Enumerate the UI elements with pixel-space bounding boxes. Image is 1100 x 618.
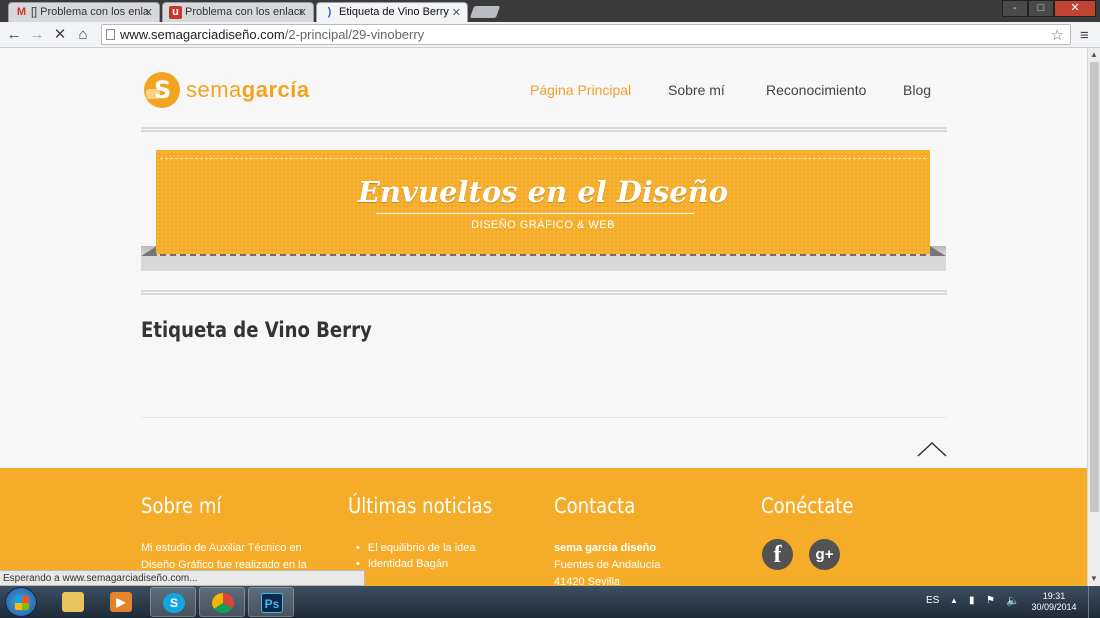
banner-title: Envueltos en el Diseño — [357, 175, 729, 209]
site-logo[interactable]: semagarcía — [144, 70, 310, 110]
volume-icon[interactable]: 🔈 — [1006, 594, 1020, 607]
logo-wordmark: semagarcía — [186, 77, 310, 102]
page-scrollbar[interactable]: ▲ ▼ — [1087, 48, 1100, 586]
chrome-icon — [212, 593, 234, 613]
windows-logo-icon — [15, 596, 29, 610]
taskbar-photoshop[interactable]: Ps — [248, 587, 294, 617]
flag-action-center-icon[interactable]: ⚑ — [986, 595, 995, 606]
taskbar-chrome[interactable] — [199, 587, 245, 617]
window-controls: - □ ✕ — [1002, 0, 1096, 18]
scroll-down-icon[interactable]: ▼ — [1090, 574, 1098, 583]
tab-gmail[interactable]: M [] Problema con los enlac ✕ — [8, 2, 160, 22]
scroll-thumb[interactable] — [1090, 62, 1099, 512]
media-player-icon: ▶ — [110, 592, 132, 612]
battery-icon[interactable]: ▮ — [969, 595, 975, 606]
header-divider — [141, 127, 947, 132]
news-link[interactable]: El equilibrio de la idea — [356, 540, 476, 556]
forward-arrow-icon[interactable]: → — [28, 26, 46, 44]
news-link[interactable]: Identidad Bagán — [356, 556, 476, 572]
show-desktop-button[interactable] — [1088, 586, 1100, 618]
footer-contact-text: sema garcia diseño Fuentes de Andalucía … — [554, 542, 661, 586]
loading-status-bar: Esperando a www.semagarciadiseño.com... — [0, 570, 365, 586]
url-path: /2-principal/29-vinoberry — [284, 27, 425, 42]
tab-label: Problema con los enlaces — [185, 6, 303, 18]
page-title: Etiqueta de Vino Berry — [141, 318, 372, 342]
footer-about-text: Mi estudio de Auxiliar Técnico en Diseño… — [141, 542, 307, 571]
tray-expand-icon[interactable]: ▲ — [950, 596, 958, 605]
banner-subtitle: DISEÑO GRÁFICO & WEB — [471, 219, 615, 231]
browser-toolbar: ← → ✕ ⌂ www.semagarciadiseño.com/2-princ… — [0, 22, 1100, 48]
page-viewport: semagarcía Página Principal Sobre mí Rec… — [0, 48, 1087, 586]
url-host: www.semagarciadiseño.com — [120, 27, 285, 42]
taskbar-skype[interactable]: S — [150, 587, 196, 617]
footer-social-title: Conéctate — [761, 494, 854, 518]
minimize-button[interactable]: - — [1002, 0, 1028, 17]
footer-news-title: Últimas noticias — [348, 494, 493, 518]
footer-contact-title: Contacta — [554, 494, 636, 518]
site-favicon-icon: u — [169, 6, 182, 19]
tab-close-icon[interactable]: ✕ — [144, 6, 153, 19]
tab-active[interactable]: ) Etiqueta de Vino Berry ✕ — [316, 2, 468, 22]
stop-loading-icon[interactable]: ✕ — [51, 26, 69, 44]
nav-reconocimiento[interactable]: Reconocimiento — [766, 82, 866, 98]
footer-about-title: Sobre mí — [141, 494, 222, 518]
start-button[interactable] — [5, 587, 37, 617]
taskbar-explorer[interactable] — [50, 587, 96, 617]
facebook-icon[interactable]: f — [762, 539, 793, 570]
scroll-up-icon[interactable]: ▲ — [1090, 50, 1098, 59]
page-icon — [106, 29, 115, 40]
tab-label: [] Problema con los enlac — [31, 6, 149, 18]
skype-icon: S — [163, 593, 185, 613]
nav-pagina-principal[interactable]: Página Principal — [530, 82, 631, 98]
footer-news-list: El equilibrio de la idea Identidad Bagán — [356, 540, 476, 572]
banner-divider — [141, 290, 947, 295]
system-clock[interactable]: 19:31 30/09/2014 — [1026, 591, 1082, 613]
logo-mark-icon — [144, 72, 180, 108]
google-plus-icon[interactable]: g+ — [809, 539, 840, 570]
loading-spinner-icon: ) — [327, 6, 332, 18]
nav-blog[interactable]: Blog — [903, 82, 931, 98]
taskbar-media-player[interactable]: ▶ — [98, 587, 144, 617]
maximize-button[interactable]: □ — [1028, 0, 1054, 17]
photoshop-icon: Ps — [261, 593, 283, 613]
browser-titlebar: M [] Problema con los enlac ✕ u Problema… — [0, 0, 1100, 22]
back-to-top-icon[interactable] — [917, 440, 947, 458]
bookmark-star-icon[interactable]: ☆ — [1051, 26, 1064, 44]
folder-icon — [62, 592, 84, 612]
site-footer: Sobre mí Mi estudio de Auxiliar Técnico … — [0, 468, 1087, 586]
address-bar[interactable]: www.semagarciadiseño.com/2-principal/29-… — [101, 24, 1071, 45]
language-indicator[interactable]: ES — [926, 595, 939, 606]
nav-sobre-mi[interactable]: Sobre mí — [668, 82, 725, 98]
banner-fold-left — [141, 246, 157, 256]
tab-close-icon[interactable]: ✕ — [452, 6, 461, 19]
gmail-icon: M — [16, 6, 27, 18]
menu-hamburger-icon[interactable]: ≡ — [1080, 27, 1089, 44]
close-window-button[interactable]: ✕ — [1054, 0, 1096, 17]
back-arrow-icon[interactable]: ← — [5, 26, 23, 44]
banner-fold-right — [930, 246, 946, 256]
tab-forum[interactable]: u Problema con los enlaces ✕ — [162, 2, 314, 22]
tab-close-icon[interactable]: ✕ — [298, 6, 307, 19]
content-divider — [141, 417, 947, 418]
windows-taskbar: ▶ S Ps ES ▲ ▮ ⚑ 🔈 19:31 30/09/2014 — [0, 586, 1100, 618]
home-icon[interactable]: ⌂ — [74, 26, 92, 44]
new-tab-button[interactable] — [469, 6, 501, 18]
hero-banner: Envueltos en el Diseño DISEÑO GRÁFICO & … — [156, 150, 930, 256]
tab-label: Etiqueta de Vino Berry — [339, 6, 449, 18]
